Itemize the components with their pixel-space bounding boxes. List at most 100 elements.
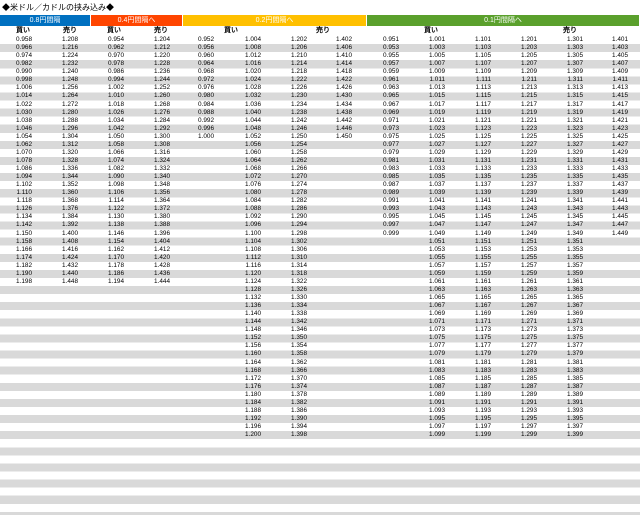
cell-value[interactable]: 1.287 <box>507 383 537 391</box>
cell-value[interactable]: 1.286 <box>277 205 307 213</box>
band-0.4-interval[interactable]: 0.4円間隔へ <box>91 15 183 26</box>
cell-value[interactable]: 1.100 <box>231 230 261 238</box>
cell-value[interactable]: 1.096 <box>231 221 261 229</box>
cell-value[interactable]: 1.066 <box>94 149 124 157</box>
cell-value[interactable]: 1.089 <box>415 391 445 399</box>
cell-value[interactable]: 1.045 <box>415 213 445 221</box>
cell-value[interactable]: 1.042 <box>94 125 124 133</box>
cell-value[interactable]: 1.256 <box>48 84 78 92</box>
cell-value[interactable]: 1.232 <box>48 60 78 68</box>
cell-value[interactable]: 1.202 <box>277 36 307 44</box>
cell-value[interactable]: 1.239 <box>507 189 537 197</box>
cell-value[interactable]: 1.117 <box>461 101 491 109</box>
cell-value[interactable]: 1.062 <box>2 141 32 149</box>
cell-value[interactable]: 1.069 <box>415 310 445 318</box>
cell-value[interactable]: 1.178 <box>94 262 124 270</box>
cell-value[interactable]: 1.209 <box>507 68 537 76</box>
cell-value[interactable]: 1.299 <box>507 431 537 439</box>
cell-value[interactable]: 1.351 <box>553 238 583 246</box>
cell-value[interactable]: 0.982 <box>2 60 32 68</box>
cell-value[interactable]: 1.039 <box>415 189 445 197</box>
cell-value[interactable]: 1.024 <box>231 76 261 84</box>
cell-value[interactable]: 1.362 <box>277 359 307 367</box>
cell-value[interactable]: 1.444 <box>140 278 170 286</box>
cell-value[interactable]: 1.438 <box>322 109 352 117</box>
cell-value[interactable]: 1.437 <box>598 181 628 189</box>
cell-value[interactable]: 1.105 <box>461 52 491 60</box>
cell-value[interactable]: 1.122 <box>94 205 124 213</box>
cell-value[interactable]: 1.095 <box>415 415 445 423</box>
cell-value[interactable]: 1.214 <box>277 60 307 68</box>
cell-value[interactable]: 1.192 <box>231 415 261 423</box>
cell-value[interactable]: 1.168 <box>231 367 261 375</box>
cell-value[interactable]: 1.342 <box>277 318 307 326</box>
cell-value[interactable]: 0.957 <box>369 60 399 68</box>
cell-value[interactable]: 1.440 <box>48 270 78 278</box>
cell-value[interactable]: 1.020 <box>231 68 261 76</box>
cell-value[interactable]: 1.340 <box>140 173 170 181</box>
cell-value[interactable]: 1.354 <box>277 342 307 350</box>
cell-value[interactable]: 1.071 <box>415 318 445 326</box>
cell-value[interactable]: 1.099 <box>415 431 445 439</box>
cell-value[interactable]: 1.031 <box>415 157 445 165</box>
cell-value[interactable]: 1.368 <box>48 197 78 205</box>
cell-value[interactable]: 1.194 <box>94 278 124 286</box>
cell-value[interactable]: 1.253 <box>507 246 537 254</box>
cell-value[interactable]: 1.087 <box>415 383 445 391</box>
cell-value[interactable]: 1.070 <box>2 149 32 157</box>
cell-value[interactable]: 1.109 <box>461 68 491 76</box>
cell-value[interactable]: 1.280 <box>48 109 78 117</box>
cell-value[interactable]: 0.993 <box>369 205 399 213</box>
cell-value[interactable]: 1.123 <box>461 125 491 133</box>
cell-value[interactable]: 1.423 <box>598 125 628 133</box>
cell-value[interactable]: 1.254 <box>277 141 307 149</box>
cell-value[interactable]: 1.008 <box>231 44 261 52</box>
cell-value[interactable]: 1.365 <box>553 294 583 302</box>
cell-value[interactable]: 0.985 <box>369 173 399 181</box>
cell-value[interactable]: 1.309 <box>553 68 583 76</box>
cell-value[interactable]: 0.991 <box>369 197 399 205</box>
cell-value[interactable]: 1.443 <box>598 205 628 213</box>
cell-value[interactable]: 1.033 <box>415 165 445 173</box>
cell-value[interactable]: 1.375 <box>553 334 583 342</box>
cell-value[interactable]: 1.237 <box>507 181 537 189</box>
cell-value[interactable]: 1.088 <box>231 205 261 213</box>
cell-value[interactable]: 1.193 <box>461 407 491 415</box>
cell-value[interactable]: 1.097 <box>415 423 445 431</box>
cell-value[interactable]: 1.359 <box>553 270 583 278</box>
cell-value[interactable]: 1.288 <box>48 117 78 125</box>
cell-value[interactable]: 1.379 <box>553 350 583 358</box>
cell-value[interactable]: 1.357 <box>553 262 583 270</box>
cell-value[interactable]: 1.303 <box>553 44 583 52</box>
cell-value[interactable]: 1.393 <box>553 407 583 415</box>
cell-value[interactable]: 1.174 <box>2 254 32 262</box>
cell-value[interactable]: 1.399 <box>553 431 583 439</box>
cell-value[interactable]: 0.981 <box>369 157 399 165</box>
cell-value[interactable]: 1.005 <box>415 52 445 60</box>
cell-value[interactable]: 1.408 <box>48 238 78 246</box>
cell-value[interactable]: 1.346 <box>277 326 307 334</box>
cell-value[interactable]: 1.026 <box>94 109 124 117</box>
cell-value[interactable]: 1.269 <box>507 310 537 318</box>
cell-value[interactable]: 1.308 <box>140 141 170 149</box>
cell-value[interactable]: 1.219 <box>507 109 537 117</box>
cell-value[interactable]: 1.447 <box>598 221 628 229</box>
cell-value[interactable]: 1.052 <box>231 133 261 141</box>
cell-value[interactable]: 1.128 <box>231 286 261 294</box>
cell-value[interactable]: 1.176 <box>231 383 261 391</box>
cell-value[interactable]: 1.323 <box>553 125 583 133</box>
cell-value[interactable]: 1.290 <box>277 213 307 221</box>
cell-value[interactable]: 1.148 <box>231 326 261 334</box>
cell-value[interactable]: 1.043 <box>415 205 445 213</box>
cell-value[interactable]: 1.040 <box>231 109 261 117</box>
cell-value[interactable]: 1.334 <box>277 302 307 310</box>
cell-value[interactable]: 1.243 <box>507 205 537 213</box>
cell-value[interactable]: 0.979 <box>369 149 399 157</box>
cell-value[interactable]: 1.014 <box>2 92 32 100</box>
cell-value[interactable]: 1.139 <box>461 189 491 197</box>
cell-value[interactable]: 1.059 <box>415 270 445 278</box>
cell-value[interactable]: 1.331 <box>553 157 583 165</box>
cell-value[interactable]: 1.429 <box>598 149 628 157</box>
cell-value[interactable]: 1.036 <box>231 101 261 109</box>
cell-value[interactable]: 1.135 <box>461 173 491 181</box>
